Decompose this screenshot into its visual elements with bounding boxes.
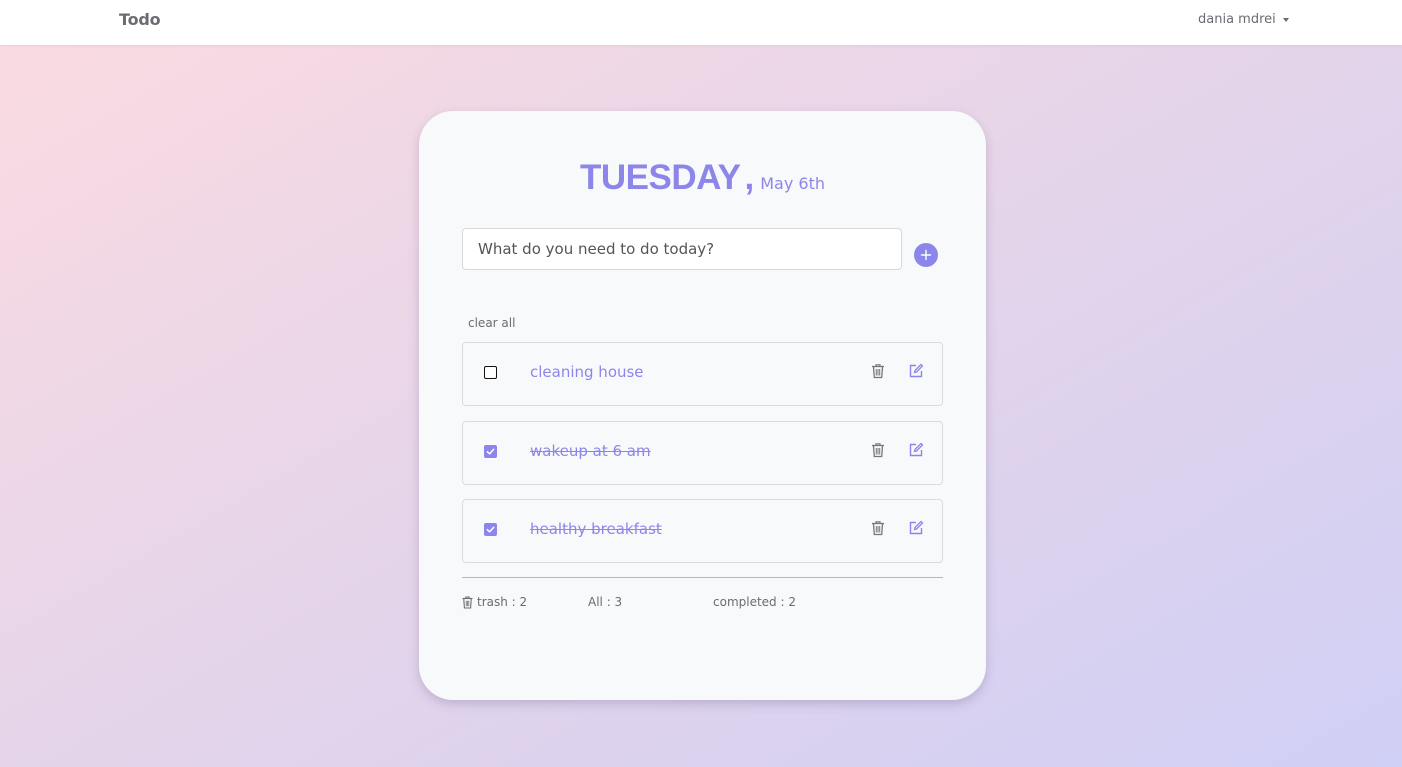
check-icon	[486, 526, 495, 533]
navbar: Todo dania mdrei	[0, 0, 1402, 45]
all-count-label: All : 3	[588, 595, 623, 609]
completed-count-label: completed : 2	[713, 595, 796, 609]
todo-text: wakeup at 6 am	[530, 442, 651, 460]
trash-count[interactable]: trash : 2	[462, 595, 527, 609]
todo-text: cleaning house	[530, 363, 644, 381]
footer-divider	[462, 577, 943, 578]
date-header: TUESDAY, May 6th	[419, 158, 986, 198]
trash-count-label: trash : 2	[477, 595, 528, 609]
edit-icon[interactable]	[908, 363, 924, 379]
day-label: TUESDAY	[579, 158, 741, 197]
date-separator: ,	[744, 158, 755, 197]
completed-count[interactable]: completed : 2	[713, 595, 796, 609]
date-label: May 6th	[760, 174, 826, 193]
todo-item: cleaning house	[462, 342, 943, 406]
trash-icon[interactable]	[871, 520, 885, 536]
todo-checkbox[interactable]	[484, 523, 497, 536]
caret-down-icon	[1282, 17, 1289, 22]
user-menu-dropdown[interactable]: dania mdrei	[1198, 12, 1289, 27]
all-count[interactable]: All : 3	[588, 595, 622, 609]
edit-icon[interactable]	[908, 442, 924, 458]
trash-icon[interactable]	[871, 442, 885, 458]
todo-card: TUESDAY, May 6th clear all cleaning house	[419, 111, 986, 700]
todo-checkbox[interactable]	[484, 445, 497, 458]
todo-text: healthy breakfast	[530, 520, 662, 538]
trash-icon[interactable]	[871, 363, 885, 379]
add-task-button[interactable]	[914, 243, 938, 267]
todo-item: healthy breakfast	[462, 499, 943, 563]
todo-item: wakeup at 6 am	[462, 421, 943, 485]
new-task-input[interactable]	[462, 228, 902, 270]
edit-icon[interactable]	[908, 520, 924, 536]
plus-icon	[920, 249, 932, 261]
todo-checkbox[interactable]	[484, 366, 497, 379]
brand-logo[interactable]: Todo	[119, 10, 161, 29]
check-icon	[486, 448, 495, 455]
user-name: dania mdrei	[1198, 12, 1276, 27]
clear-all-button[interactable]: clear all	[468, 316, 515, 330]
trash-icon	[462, 596, 473, 609]
